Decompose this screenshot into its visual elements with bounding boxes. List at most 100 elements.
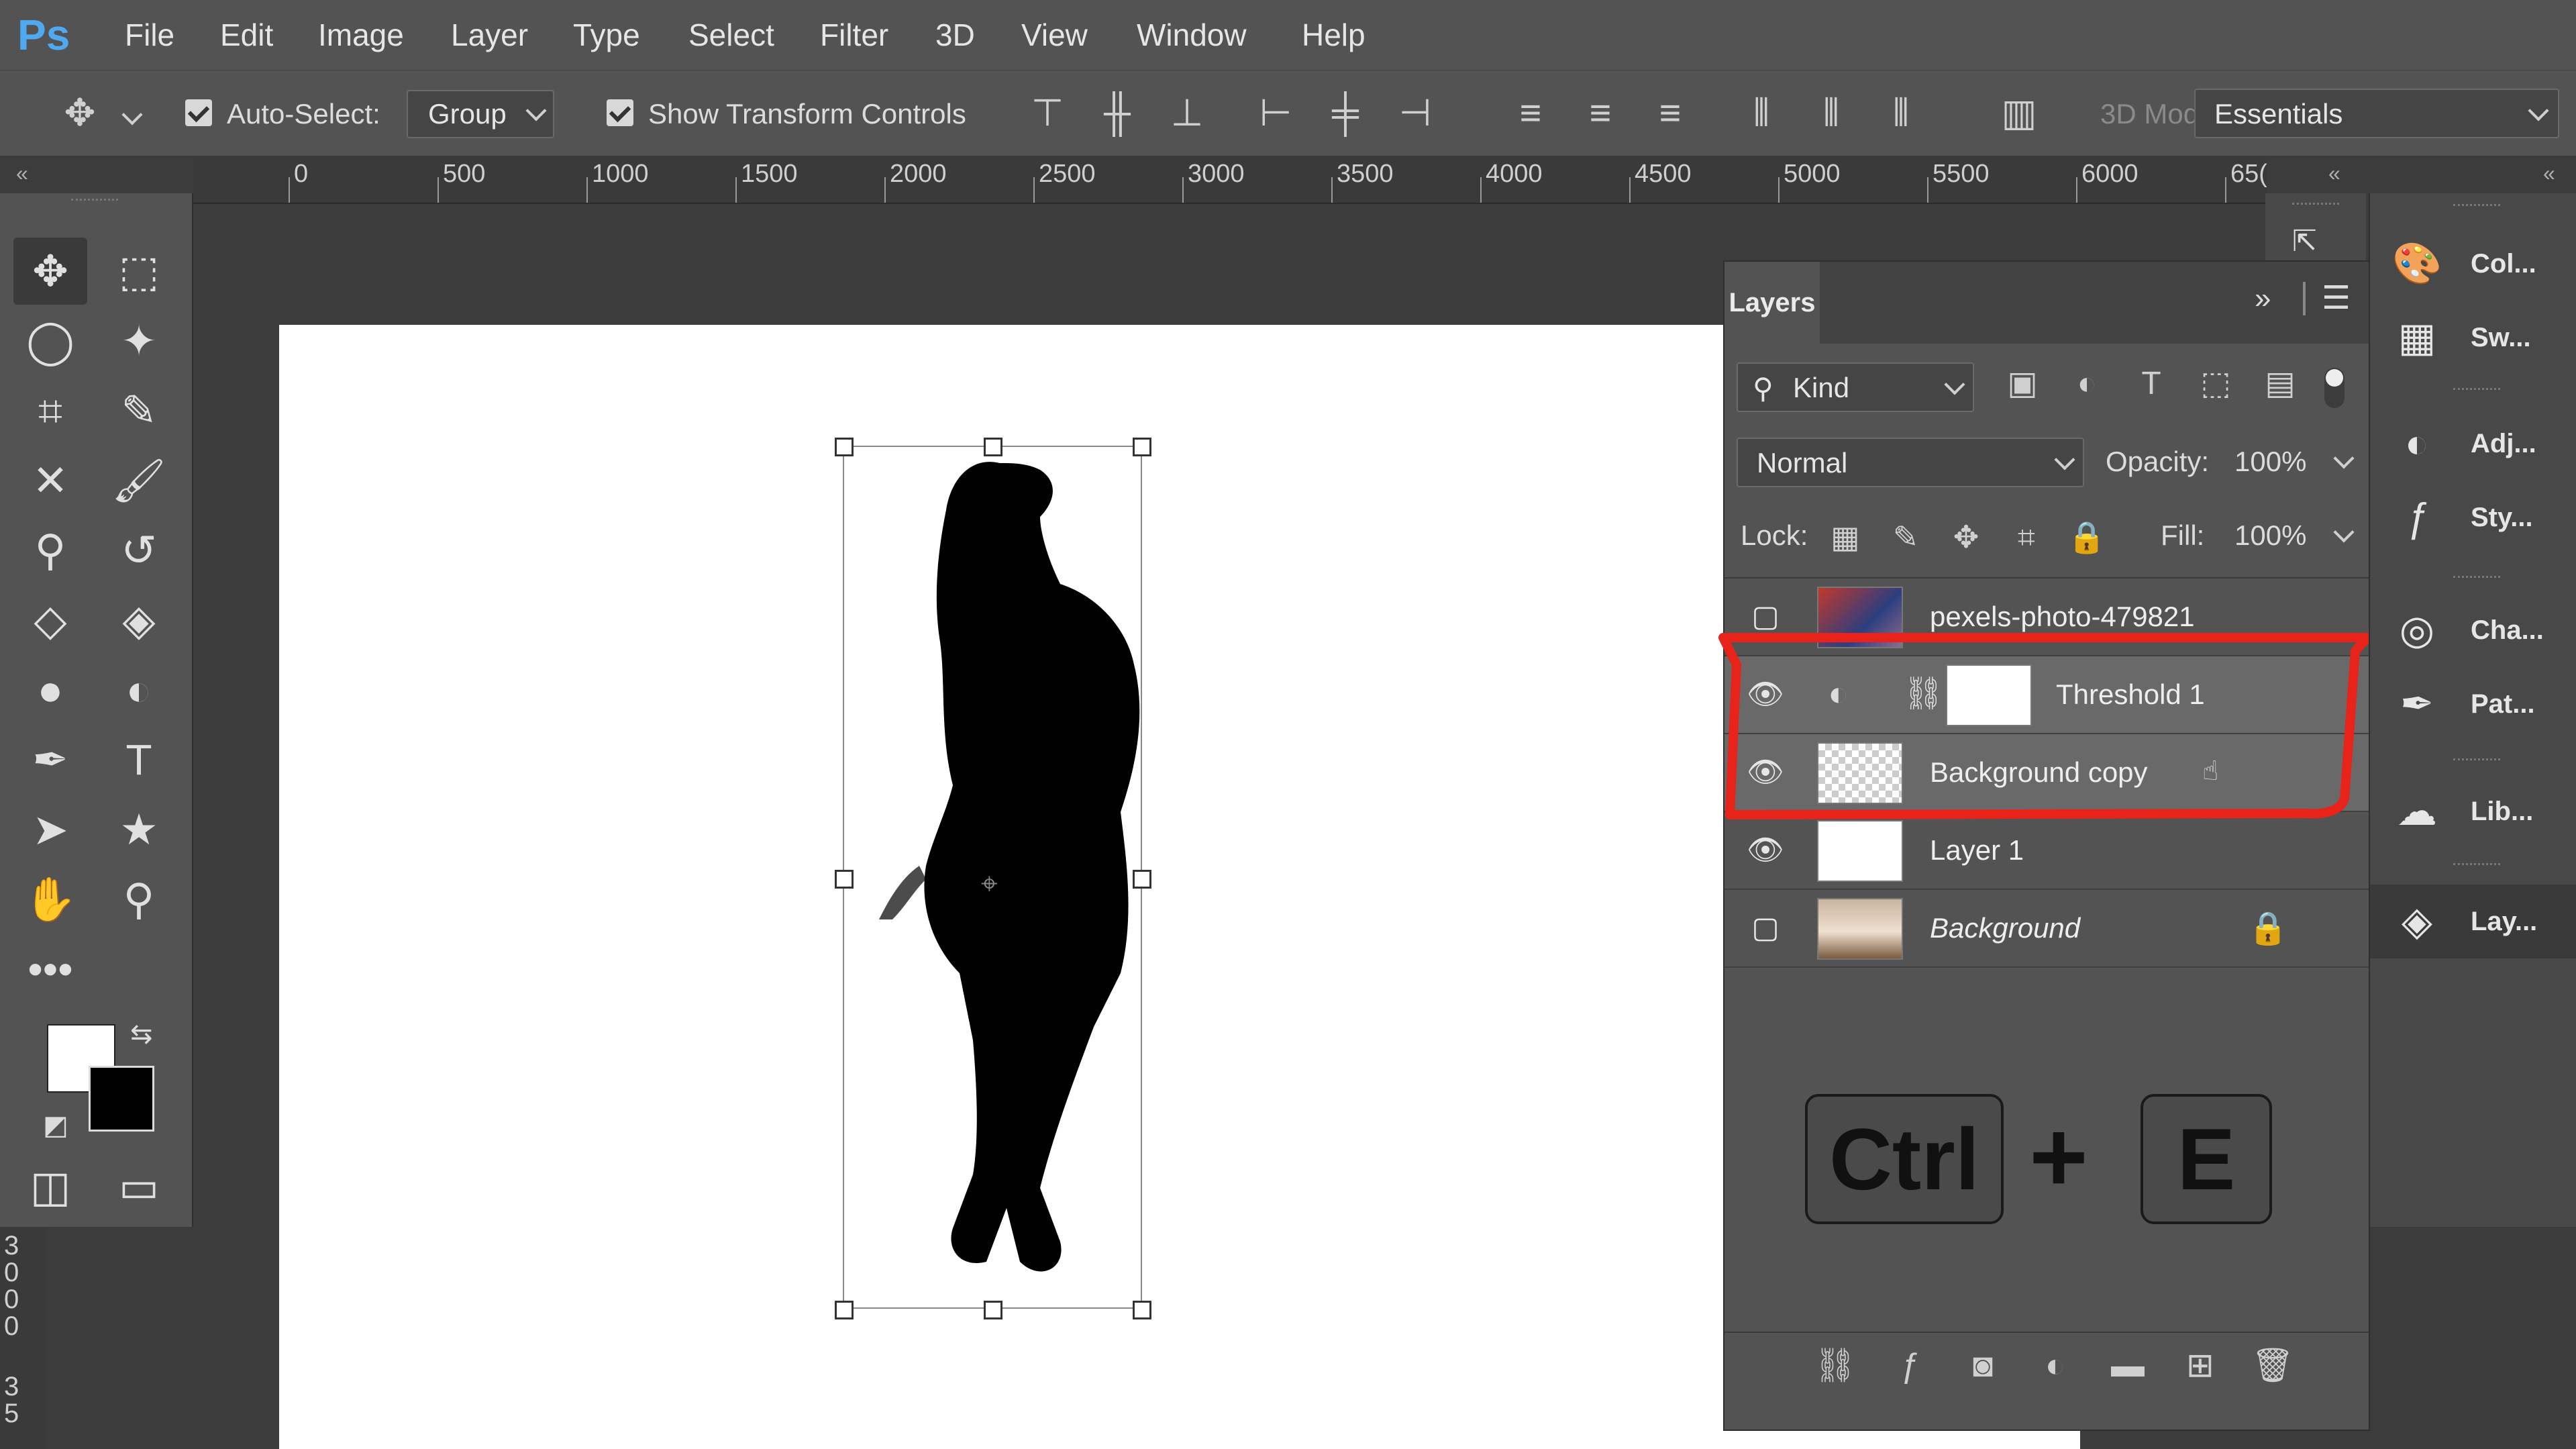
- tab-layers[interactable]: Layers: [1724, 262, 1820, 344]
- dock-item-color[interactable]: 🎨 Col...: [2370, 227, 2576, 301]
- default-colors-icon[interactable]: ◩: [43, 1110, 68, 1141]
- filter-toggle[interactable]: [2324, 368, 2345, 408]
- visibility-toggle-off[interactable]: ▢: [1742, 890, 1789, 966]
- history-brush-tool-icon[interactable]: ↺: [102, 517, 176, 584]
- transform-handle[interactable]: [835, 1301, 854, 1319]
- dock-item-libraries[interactable]: ☁ Lib...: [2370, 775, 2576, 848]
- dock-item-adjustments[interactable]: ◐ Adj...: [2370, 407, 2576, 481]
- lock-artboard-icon[interactable]: ⌗: [2006, 517, 2047, 557]
- menu-view[interactable]: View: [1021, 0, 1088, 70]
- swap-colors-icon[interactable]: ⇆: [130, 1019, 153, 1050]
- lock-position-icon[interactable]: ✥: [1946, 517, 1986, 557]
- menu-window[interactable]: Window: [1137, 0, 1247, 70]
- move-tool-icon[interactable]: ✥: [13, 238, 87, 305]
- lock-transparent-pixels-icon[interactable]: ▦: [1825, 517, 1865, 557]
- paint-bucket-tool-icon[interactable]: ◈: [102, 587, 176, 654]
- fill-field[interactable]: 100%: [2225, 511, 2359, 558]
- screen-mode-icon[interactable]: ▭: [102, 1153, 176, 1220]
- hand-tool-icon[interactable]: ✋: [13, 866, 87, 933]
- layer-filter-dropdown[interactable]: ⚲ Kind: [1737, 362, 1974, 412]
- menu-edit[interactable]: Edit: [220, 0, 273, 70]
- filter-shape-icon[interactable]: ⬚: [2194, 364, 2237, 404]
- eraser-tool-icon[interactable]: ◇: [13, 587, 87, 654]
- transform-center-icon[interactable]: ⌖: [981, 867, 998, 901]
- opacity-field[interactable]: 100%: [2225, 438, 2359, 485]
- transform-handle[interactable]: [984, 438, 1002, 456]
- workspace-dropdown[interactable]: Essentials: [2194, 89, 2559, 138]
- expand-panel-icon[interactable]: »: [2255, 282, 2271, 315]
- add-mask-icon[interactable]: ◙: [1959, 1345, 2006, 1385]
- panel-grip[interactable]: [2453, 576, 2500, 578]
- dock-item-paths[interactable]: ✒ Pat...: [2370, 667, 2576, 741]
- move-tool-preset-icon[interactable]: ✥: [56, 93, 103, 133]
- custom-shape-tool-icon[interactable]: ★: [102, 796, 176, 863]
- zoom-tool-icon[interactable]: ⚲: [102, 866, 176, 933]
- menu-filter[interactable]: Filter: [820, 0, 888, 70]
- crop-tool-icon[interactable]: ⌗: [13, 377, 87, 444]
- background-color-swatch[interactable]: [89, 1066, 154, 1132]
- transform-handle[interactable]: [984, 1301, 1002, 1319]
- brush-tool-icon[interactable]: 🖌: [102, 447, 176, 514]
- transform-handle[interactable]: [835, 870, 854, 889]
- align-left-icon[interactable]: ⊢: [1252, 93, 1299, 133]
- distribute-top-icon[interactable]: ≡: [1507, 93, 1554, 133]
- lock-image-pixels-icon[interactable]: ✎: [1886, 517, 1926, 557]
- filter-smart-object-icon[interactable]: ▤: [2259, 364, 2302, 404]
- quick-mask-icon[interactable]: ◫: [13, 1153, 87, 1220]
- blur-tool-icon[interactable]: ●: [13, 656, 87, 723]
- preset-chevron-down-icon[interactable]: [121, 104, 143, 126]
- auto-select-checkbox[interactable]: [185, 99, 212, 126]
- menu-type[interactable]: Type: [573, 0, 640, 70]
- more-tools-icon[interactable]: •••: [13, 936, 87, 1003]
- lasso-tool-icon[interactable]: ◯: [13, 307, 87, 374]
- align-horizontal-center-icon[interactable]: ╪: [1322, 93, 1369, 133]
- clone-stamp-tool-icon[interactable]: ⚲: [13, 517, 87, 584]
- fx-icon[interactable]: ƒ: [1886, 1345, 1933, 1385]
- menu-file[interactable]: File: [125, 0, 174, 70]
- lock-all-icon[interactable]: 🔒: [2067, 517, 2107, 557]
- distribute-vertical-center-icon[interactable]: ≡: [1577, 93, 1624, 133]
- transform-handle[interactable]: [1133, 870, 1151, 889]
- transform-handle[interactable]: [1133, 438, 1151, 456]
- new-adjustment-layer-icon[interactable]: ◐: [2032, 1345, 2079, 1385]
- dock-item-swatches[interactable]: ▦ Sw...: [2370, 301, 2576, 374]
- panel-grip[interactable]: [71, 199, 118, 207]
- pen-tool-icon[interactable]: ✒: [13, 726, 87, 793]
- dock-item-styles[interactable]: ƒ Sty...: [2370, 481, 2576, 554]
- collapse-tools-icon[interactable]: «: [16, 161, 28, 186]
- collapse-dock-icon[interactable]: «: [2543, 161, 2555, 186]
- layer-row[interactable]: ▢ Background 🔒: [1724, 890, 2369, 968]
- align-vertical-center-icon[interactable]: ╫: [1094, 93, 1141, 133]
- delete-layer-icon[interactable]: 🗑: [2249, 1345, 2296, 1385]
- panel-grip[interactable]: [2453, 863, 2500, 865]
- eyedropper-tool-icon[interactable]: ✎: [102, 377, 176, 444]
- align-right-icon[interactable]: ⊣: [1392, 93, 1439, 133]
- menu-select[interactable]: Select: [688, 0, 774, 70]
- arrange-icon[interactable]: ⇱: [2292, 224, 2317, 258]
- type-tool-icon[interactable]: T: [102, 726, 176, 793]
- panel-grip[interactable]: [2453, 758, 2500, 760]
- panel-menu-icon[interactable]: ☰: [2322, 279, 2351, 317]
- transform-handle[interactable]: [1133, 1301, 1151, 1319]
- rectangular-marquee-tool-icon[interactable]: ⬚: [102, 238, 176, 305]
- path-selection-tool-icon[interactable]: ➤: [13, 796, 87, 863]
- align-top-icon[interactable]: ⊤: [1024, 93, 1071, 133]
- distribute-left-icon[interactable]: ⫴: [1738, 93, 1785, 133]
- transform-handle[interactable]: [835, 438, 854, 456]
- filter-pixel-icon[interactable]: ▣: [2001, 364, 2044, 404]
- panel-grip[interactable]: [2453, 204, 2500, 206]
- blend-mode-dropdown[interactable]: Normal: [1737, 438, 2084, 487]
- filter-adjustment-icon[interactable]: ◐: [2065, 364, 2108, 404]
- align-bottom-icon[interactable]: ⊥: [1164, 93, 1210, 133]
- dock-item-layers-active[interactable]: ◈ Lay...: [2370, 885, 2576, 958]
- distribute-right-icon[interactable]: ⫴: [1877, 93, 1924, 133]
- healing-brush-tool-icon[interactable]: ✕: [13, 447, 87, 514]
- panel-grip[interactable]: [2453, 388, 2500, 390]
- distribute-horizontal-center-icon[interactable]: ⫴: [1808, 93, 1855, 133]
- link-layers-icon[interactable]: ⛓: [1812, 1345, 1859, 1385]
- dodge-tool-icon[interactable]: ◐: [102, 656, 176, 723]
- new-group-folder-icon[interactable]: ▬: [2104, 1345, 2151, 1385]
- show-transform-checkbox[interactable]: [607, 99, 633, 126]
- panel-grip[interactable]: [2292, 203, 2339, 205]
- auto-select-target-dropdown[interactable]: Group: [407, 90, 554, 138]
